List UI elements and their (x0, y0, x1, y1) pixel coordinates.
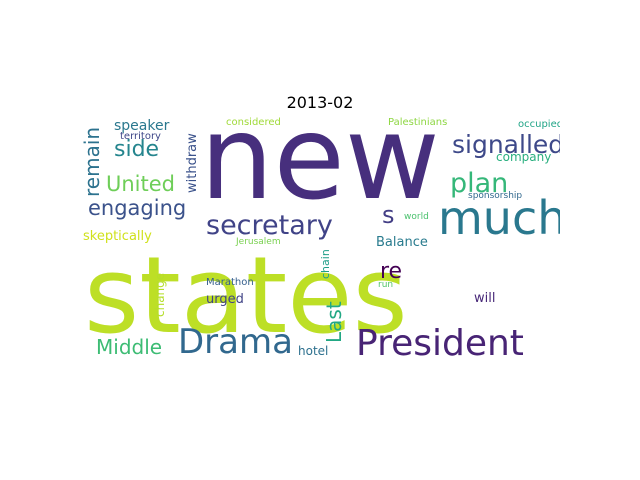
word-will: will (474, 291, 496, 306)
word-palestinians: Palestinians (388, 117, 448, 128)
word-run: run (378, 280, 394, 290)
word-president: President (356, 323, 524, 362)
word-skeptically: skeptically (83, 229, 152, 244)
word-hotel: hotel (298, 344, 329, 358)
word-secretary: secretary (206, 210, 333, 241)
word-engaging: engaging (88, 196, 187, 220)
word-urged: urged (206, 292, 244, 307)
word-s: s (382, 201, 395, 229)
word-change: change (153, 272, 167, 317)
word-territory: territory (120, 131, 161, 142)
word-much: much (438, 191, 560, 245)
word-company: company (496, 150, 552, 164)
word-world: world (404, 212, 429, 222)
word-marathon: Marathon (206, 277, 254, 288)
word-considered: considered (226, 117, 281, 128)
word-side: side (114, 137, 160, 162)
word-middle: Middle (96, 335, 163, 359)
word-drama: Drama (178, 322, 293, 361)
word-balance: Balance (376, 235, 428, 250)
word-chain: chain (319, 249, 332, 279)
chart-title: 2013-02 (286, 93, 354, 112)
word-new: new (200, 115, 440, 226)
word-last: Last (322, 301, 346, 343)
word-united: United (106, 172, 175, 196)
word-cloud: states new much President Drama secretar… (80, 115, 560, 361)
word-jerusalem: Jerusalem (236, 237, 281, 247)
word-withdraw: withdraw (185, 133, 200, 193)
word-remain: remain (80, 126, 104, 197)
word-sponsorship: sponsorship (468, 191, 523, 201)
word-occupied: occupied (518, 119, 560, 130)
